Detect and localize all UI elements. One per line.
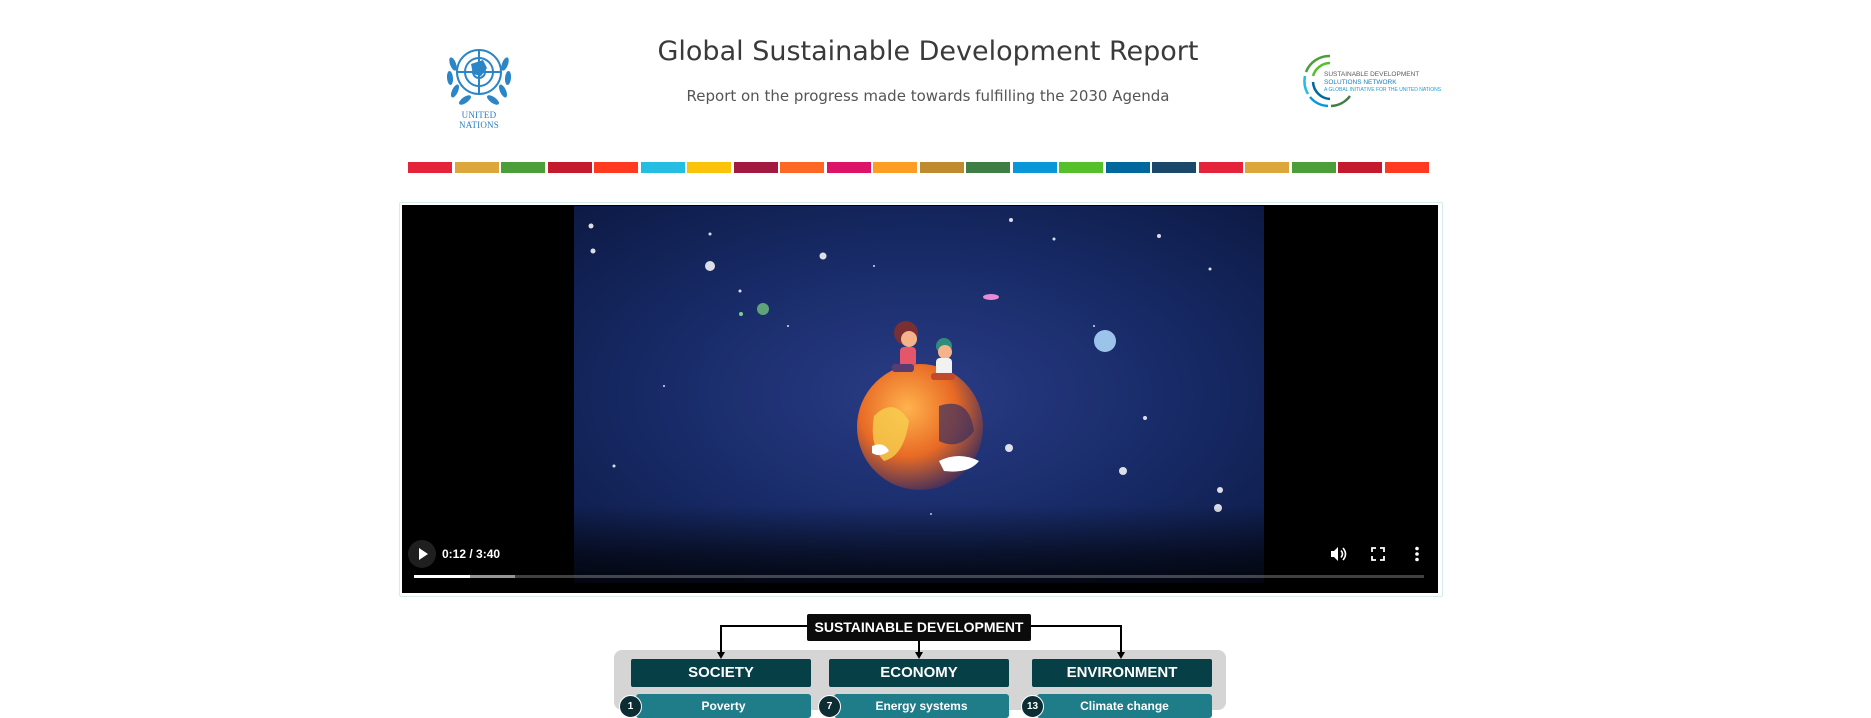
sdg-color-bar <box>780 162 824 173</box>
sdg-color-strip <box>408 162 1431 173</box>
diagram-item-energy-systems: Energy systems <box>834 694 1009 718</box>
sdg-color-bar <box>640 162 685 173</box>
sdg-color-bar <box>454 162 499 173</box>
sdg-color-bar <box>687 162 731 173</box>
sdg-color-bar <box>873 162 917 173</box>
more-options-button[interactable] <box>1404 541 1430 567</box>
play-icon <box>419 548 428 560</box>
sdg-color-bar <box>1105 162 1150 173</box>
video-controls-overlay <box>402 505 1438 593</box>
sdg-color-bar <box>919 162 964 173</box>
diagram-item-number: 7 <box>818 695 841 718</box>
play-button[interactable] <box>408 540 436 568</box>
fullscreen-icon <box>1371 547 1385 561</box>
diagram-item-number: 1 <box>619 695 642 718</box>
sustainable-development-diagram: SUSTAINABLE DEVELOPMENT SOCIETY ECONOMY … <box>608 612 1228 718</box>
volume-icon <box>1331 547 1347 561</box>
sdsn-logo: SUSTAINABLE DEVELOPMENT SOLUTIONS NETWOR… <box>1300 52 1441 110</box>
sdg-color-bar <box>594 162 638 173</box>
volume-button[interactable] <box>1325 541 1351 567</box>
more-vertical-icon <box>1415 546 1419 562</box>
un-emblem-icon <box>446 49 512 105</box>
diagram-title: SUSTAINABLE DEVELOPMENT <box>807 614 1031 641</box>
sdg-color-bar <box>826 162 871 173</box>
sdg-color-bar <box>1291 162 1336 173</box>
sdg-color-bar <box>547 162 592 173</box>
sdg-color-bar <box>1384 162 1429 173</box>
sdg-color-bar <box>966 162 1010 173</box>
sdg-color-bar <box>1012 162 1057 173</box>
diagram-item-number: 13 <box>1021 695 1044 718</box>
pillar-environment: ENVIRONMENT <box>1032 659 1212 687</box>
time-readout: 0:12 / 3:40 <box>442 547 501 561</box>
sdg-color-bar <box>1338 162 1382 173</box>
page-title: Global Sustainable Development Report <box>657 36 1199 67</box>
pillar-society: SOCIETY <box>631 659 811 687</box>
fullscreen-button[interactable] <box>1365 541 1391 567</box>
sdsn-logo-line1: SUSTAINABLE DEVELOPMENT <box>1324 71 1420 78</box>
sdg-color-bar <box>733 162 778 173</box>
sdg-color-bar <box>1152 162 1196 173</box>
video-played-bar <box>414 575 470 578</box>
sdg-color-bar <box>408 162 452 173</box>
video-progress-bar[interactable] <box>414 575 1424 578</box>
pillar-economy: ECONOMY <box>829 659 1009 687</box>
sdg-color-bar <box>1059 162 1103 173</box>
un-logo: UNITED NATIONS <box>441 38 517 130</box>
un-logo-text: UNITED NATIONS <box>459 110 499 130</box>
sdg-color-bar <box>501 162 545 173</box>
diagram-item-climate-change: Climate change <box>1037 694 1212 718</box>
sdg-color-bar <box>1245 162 1289 173</box>
sdsn-logo-line3: A GLOBAL INITIATIVE FOR THE UNITED NATIO… <box>1324 87 1442 93</box>
page-subtitle: Report on the progress made towards fulf… <box>686 87 1170 105</box>
diagram-item-poverty: Poverty <box>636 694 811 718</box>
sdsn-logo-line2: SOLUTIONS NETWORK <box>1324 79 1397 86</box>
sdg-color-bar <box>1198 162 1243 173</box>
